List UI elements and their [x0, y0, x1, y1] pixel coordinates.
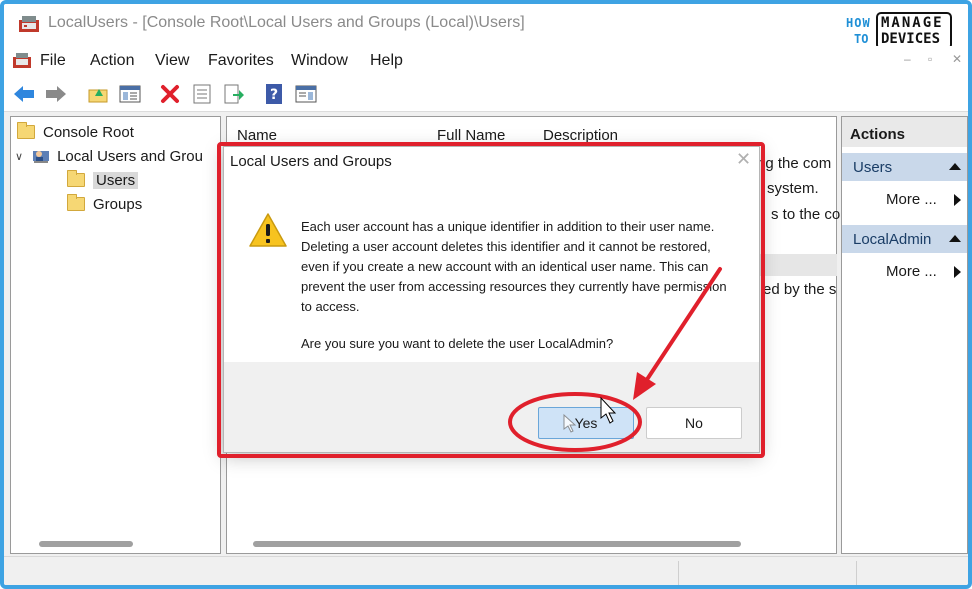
menu-action[interactable]: Action	[90, 52, 134, 70]
back-button[interactable]	[12, 82, 36, 106]
column-header-description[interactable]: Description	[543, 127, 618, 144]
folder-icon	[67, 194, 85, 211]
logo-how-text: HOW	[846, 16, 871, 30]
warning-icon	[249, 213, 287, 247]
system-menu-icon[interactable]	[12, 51, 32, 71]
column-header-full-name[interactable]: Full Name	[437, 127, 505, 144]
logo-devices-text: DEVICES	[881, 31, 941, 47]
export-list-button[interactable]	[222, 82, 246, 106]
inner-window-controls: – ▫ ✕	[892, 52, 968, 72]
console-tree: Console Root ∨ Local Users and Grou User…	[10, 116, 221, 554]
action-label: More ...	[886, 191, 937, 208]
yes-button[interactable]: Yes	[538, 407, 634, 439]
tree-item-users[interactable]: Users	[67, 169, 139, 191]
no-button[interactable]: No	[646, 407, 742, 439]
tree-item-groups[interactable]: Groups	[67, 193, 142, 215]
show-hide-action-pane-icon	[295, 85, 317, 103]
inner-minimize-button[interactable]: –	[904, 52, 911, 66]
export-list-icon	[224, 84, 244, 104]
tree-item-label: Groups	[93, 195, 143, 213]
app-window: LocalUsers - [Console Root\Local Users a…	[0, 0, 972, 589]
tree-item-local-users-and-groups[interactable]: ∨ Local Users and Grou	[15, 145, 203, 167]
dialog-message: Each user account has a unique identifie…	[301, 219, 727, 314]
close-icon[interactable]: ✕	[736, 149, 751, 170]
help-button[interactable]: ?	[262, 82, 286, 106]
status-divider	[856, 561, 857, 585]
tree-item-console-root[interactable]: Console Root	[17, 121, 134, 143]
no-button-label: No	[685, 415, 703, 431]
tree-item-label: Local Users and Grou	[57, 147, 203, 165]
menu-bar: File Action View Favorites Window Help –…	[4, 46, 968, 76]
action-label: More ...	[886, 263, 937, 280]
yes-button-label: Yes	[574, 415, 598, 431]
action-more-localadmin[interactable]: More ...	[886, 263, 961, 280]
chevron-down-icon[interactable]: ∨	[15, 150, 23, 163]
tree-item-label: Users	[93, 171, 139, 189]
menu-file[interactable]: File	[40, 52, 66, 70]
logo-manage-text: MANAGE	[881, 15, 944, 31]
inner-close-button[interactable]: ✕	[952, 52, 962, 66]
submenu-arrow-icon	[954, 194, 961, 206]
actions-pane: Actions Users More ... LocalAdmin More .…	[841, 116, 968, 554]
section-title: Users	[853, 159, 893, 176]
description-cell: s to the co	[771, 206, 841, 223]
properties-icon	[193, 84, 211, 104]
delete-button[interactable]	[158, 82, 182, 106]
menu-help[interactable]: Help	[370, 52, 403, 70]
window-title: LocalUsers - [Console Root\Local Users a…	[48, 14, 525, 31]
show-hide-tree-button[interactable]	[118, 82, 142, 106]
actions-header: Actions	[842, 117, 967, 147]
show-hide-action-pane-button[interactable]	[294, 82, 318, 106]
up-folder-icon	[88, 89, 108, 103]
action-more-users[interactable]: More ...	[886, 191, 961, 208]
logo-to-text: TO	[854, 32, 869, 46]
svg-text:?: ?	[270, 87, 278, 103]
description-cell: ng the com	[757, 155, 832, 172]
collapse-icon[interactable]	[949, 235, 961, 242]
properties-button[interactable]	[190, 82, 214, 106]
up-one-level-button[interactable]	[86, 82, 110, 106]
submenu-arrow-icon	[954, 266, 961, 278]
delete-user-confirmation-dialog: Local Users and Groups ✕ Each user accou…	[223, 146, 760, 453]
actions-section-users[interactable]: Users	[842, 153, 967, 181]
collapse-icon[interactable]	[949, 163, 961, 170]
dialog-button-area: Yes No	[224, 362, 759, 452]
help-icon: ?	[266, 84, 282, 104]
description-cell: ed by the s	[763, 281, 837, 298]
tree-item-label: Console Root	[43, 123, 134, 141]
forward-arrow-icon	[46, 86, 66, 102]
status-bar	[4, 556, 968, 585]
folder-icon	[17, 122, 35, 139]
tree-horizontal-scrollbar[interactable]	[39, 541, 133, 547]
selected-row-highlight	[757, 254, 837, 276]
title-bar: LocalUsers - [Console Root\Local Users a…	[4, 4, 968, 46]
inner-restore-button[interactable]: ▫	[928, 52, 932, 66]
computer-management-icon	[19, 16, 39, 32]
forward-button[interactable]	[44, 82, 68, 106]
actions-section-localadmin[interactable]: LocalAdmin	[842, 225, 967, 253]
show-hide-tree-icon	[119, 85, 141, 103]
logo-box: MANAGE DEVICES	[876, 12, 952, 50]
dialog-question: Are you sure you want to delete the user…	[301, 336, 614, 351]
folder-icon	[67, 170, 85, 187]
users-groups-icon	[33, 151, 50, 163]
back-arrow-icon	[14, 86, 34, 102]
description-cell: system.	[767, 180, 819, 197]
menu-window[interactable]: Window	[291, 52, 348, 70]
section-title: LocalAdmin	[853, 231, 932, 248]
dialog-title: Local Users and Groups	[230, 153, 392, 170]
status-divider	[678, 561, 679, 585]
column-header-name[interactable]: Name	[237, 127, 277, 144]
toolbar: ?	[4, 76, 968, 112]
list-horizontal-scrollbar[interactable]	[253, 541, 741, 547]
menu-view[interactable]: View	[155, 52, 189, 70]
menu-favorites[interactable]: Favorites	[208, 52, 274, 70]
delete-icon	[161, 85, 179, 103]
